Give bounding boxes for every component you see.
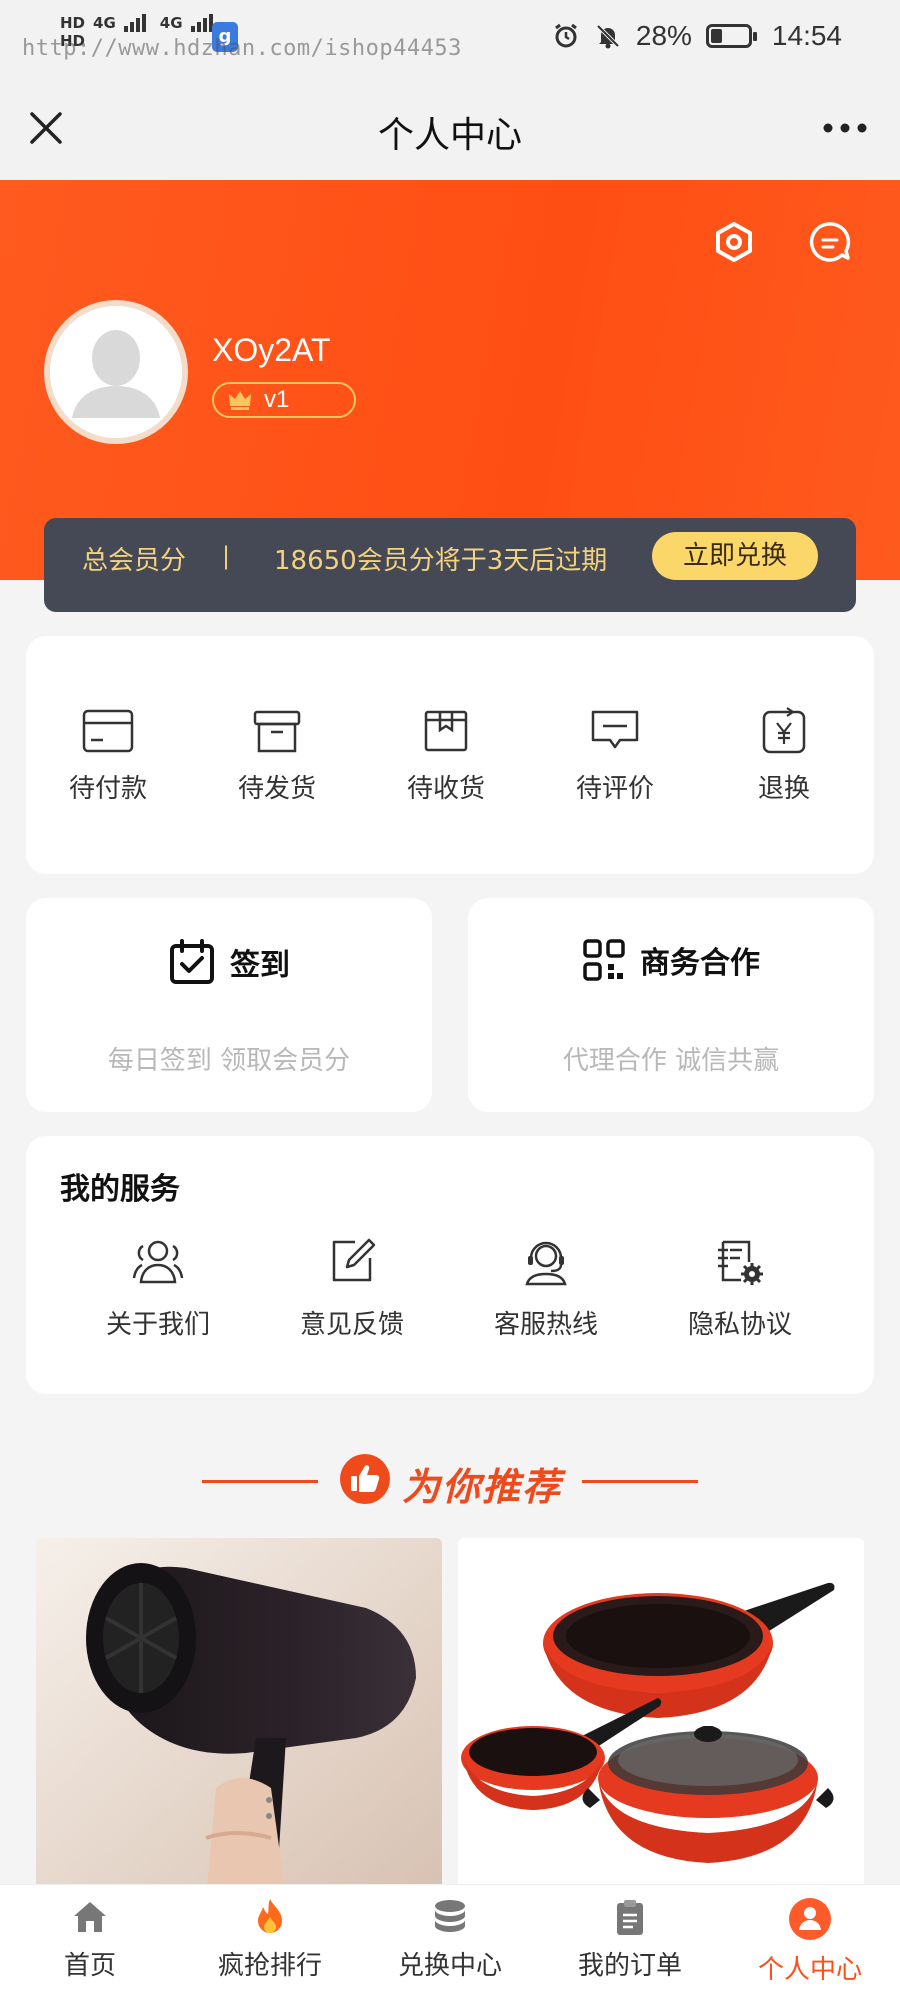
points-expire-text: 18650会员分将于3天后过期 [274, 546, 608, 576]
service-privacy[interactable]: 隐私协议 [660, 1236, 820, 1341]
product-card[interactable] [36, 1538, 442, 1898]
tab-my-orders[interactable]: 我的订单 [540, 1897, 720, 1982]
service-label: 隐私协议 [687, 1310, 792, 1340]
order-label: 待付款 [68, 774, 147, 804]
services-title: 我的服务 [60, 1172, 180, 1207]
business-title-row: 商务合作 [468, 938, 874, 982]
home-icon [74, 1902, 106, 1932]
calendar-check-icon [170, 939, 214, 984]
user-icon [789, 1898, 831, 1940]
qrcode-icon [583, 939, 625, 981]
thumbs-up-icon [340, 1454, 390, 1504]
services-card: 我的服务 关于我们 意见反馈 客服热线 隐私协议 [26, 1136, 874, 1394]
level-badge: v1 [212, 382, 356, 418]
level-text: v1 [264, 386, 290, 413]
comment-icon [591, 710, 639, 749]
checkin-subtitle: 每日签到 领取会员分 [107, 1046, 351, 1076]
default-avatar-icon [50, 306, 182, 438]
coins-icon [435, 1900, 465, 1932]
orders-card: 待付款 待发货 待收货 待评价 退换 [26, 636, 874, 874]
service-label: 客服热线 [493, 1310, 598, 1340]
document-settings-icon [718, 1240, 763, 1285]
service-label: 意见反馈 [299, 1310, 404, 1340]
order-pending-payment[interactable]: 待付款 [48, 706, 168, 805]
mute-bell-icon [596, 24, 620, 49]
clipboard-icon [617, 1900, 643, 1935]
recommend-header: 为你推荐 [0, 1452, 900, 1509]
avatar[interactable] [44, 300, 188, 444]
tab-hot-ranking[interactable]: 疯抢排行 [180, 1897, 360, 1982]
recommend-title: 为你推荐 [402, 1465, 563, 1509]
service-hotline[interactable]: 客服热线 [466, 1236, 626, 1341]
business-subtitle: 代理合作 诚信共赢 [562, 1046, 780, 1076]
wallet-icon [82, 709, 134, 753]
tab-label: 首页 [63, 1951, 116, 1981]
page-title: 个人中心 [377, 114, 522, 155]
tab-label: 疯抢排行 [217, 1951, 322, 1981]
points-separator: | [222, 542, 231, 570]
service-about-us[interactable]: 关于我们 [78, 1236, 238, 1341]
recommend-divider [582, 1480, 698, 1483]
order-label: 待评价 [575, 774, 654, 804]
order-label: 待发货 [237, 774, 316, 804]
order-refund[interactable]: 退换 [724, 706, 844, 805]
package-icon [424, 710, 468, 752]
tab-label: 个人中心 [757, 1955, 862, 1985]
bottom-tab-bar: 首页 疯抢排行 兑换中心 我的订单 个人中心 [0, 1884, 900, 2000]
users-icon [132, 1240, 184, 1284]
battery-percent: 28% [635, 20, 692, 51]
checkin-card[interactable]: 签到 每日签到 领取会员分 [26, 898, 432, 1112]
order-pending-review[interactable]: 待评价 [555, 706, 675, 805]
signal-icon [123, 14, 152, 32]
headset-icon [525, 1241, 567, 1286]
redeem-button[interactable]: 立即兑换 [652, 532, 818, 580]
cookware-set-image [458, 1538, 864, 1898]
username: XOy2AT [212, 332, 331, 368]
status-bar-right: 28% 14:54 [552, 20, 842, 52]
points-label: 总会员分 [82, 546, 187, 576]
clock: 14:54 [771, 20, 842, 51]
network-label: 4G [93, 14, 116, 32]
order-label: 待收货 [406, 774, 485, 804]
business-title: 商务合作 [640, 946, 760, 981]
watermark: http://www.hdzhan.com/ishop44453 [22, 36, 462, 61]
checkin-title: 签到 [230, 948, 290, 983]
box-icon [253, 710, 301, 753]
battery-icon [705, 24, 757, 48]
product-card[interactable] [458, 1538, 864, 1898]
points-bar: 总会员分 | 18650会员分将于3天后过期 立即兑换 [44, 518, 856, 612]
hd-label: HD [60, 14, 86, 32]
alarm-icon [554, 23, 577, 48]
business-card[interactable]: 商务合作 代理合作 诚信共赢 [468, 898, 874, 1112]
recommend-divider [202, 1480, 318, 1483]
order-pending-receipt[interactable]: 待收货 [386, 706, 506, 805]
tab-home[interactable]: 首页 [0, 1897, 180, 1982]
fire-icon [258, 1899, 282, 1933]
tab-label: 兑换中心 [397, 1951, 502, 1981]
service-feedback[interactable]: 意见反馈 [272, 1236, 432, 1341]
service-label: 关于我们 [105, 1310, 210, 1340]
hair-dryer-image [36, 1538, 442, 1898]
order-pending-shipment[interactable]: 待发货 [217, 706, 337, 805]
message-icon[interactable] [808, 220, 852, 264]
refund-icon [762, 707, 806, 754]
order-label: 退换 [757, 774, 810, 804]
settings-icon[interactable] [712, 220, 756, 264]
tab-exchange-center[interactable]: 兑换中心 [360, 1897, 540, 1982]
crown-icon [229, 391, 251, 410]
network-label: 4G [159, 14, 183, 32]
tab-label: 我的订单 [577, 1951, 682, 1981]
more-icon[interactable] [820, 116, 870, 140]
edit-icon [332, 1238, 376, 1282]
checkin-title-row: 签到 [26, 938, 432, 986]
nav-bar: 个人中心 [0, 80, 900, 180]
status-bar: HD 4G 4G HD g http://www.hdzhan.com/ishop4… [0, 0, 900, 80]
tab-personal-center[interactable]: 个人中心 [720, 1897, 900, 1986]
